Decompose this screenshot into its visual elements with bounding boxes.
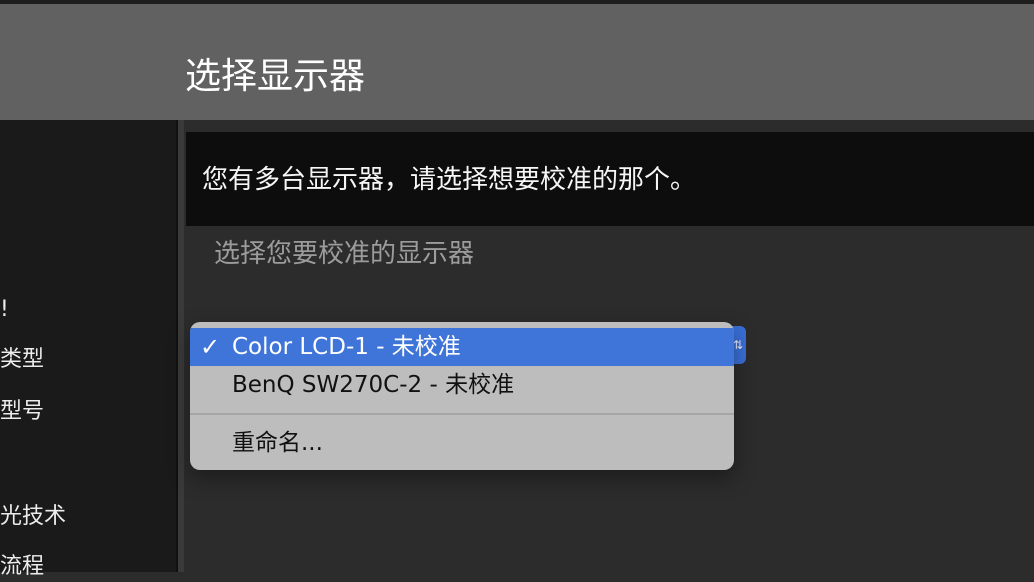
sidebar: ! 类型 型号 光技术 流程 xyxy=(0,120,176,579)
sidebar-divider xyxy=(176,120,184,572)
sidebar-item-model[interactable]: 型号 xyxy=(0,397,44,427)
display-option-label: BenQ SW270C-2 - 未校准 xyxy=(232,372,515,398)
display-option-color-lcd[interactable]: ✓ Color LCD-1 - 未校准 xyxy=(190,328,734,366)
display-dropdown-menu[interactable]: ✓ Color LCD-1 - 未校准 BenQ SW270C-2 - 未校准 … xyxy=(190,322,734,470)
rename-label: 重命名... xyxy=(232,430,323,456)
display-option-label: Color LCD-1 - 未校准 xyxy=(232,334,461,360)
sidebar-item-light-tech[interactable]: 光技术 xyxy=(0,502,66,532)
title-bar: 选择显示器 xyxy=(0,4,1034,120)
menu-separator xyxy=(190,413,734,415)
info-banner: 您有多台显示器，请选择想要校准的那个。 xyxy=(186,132,1034,226)
display-option-benq[interactable]: BenQ SW270C-2 - 未校准 xyxy=(190,366,734,406)
sidebar-item-type[interactable]: 类型 xyxy=(0,345,44,375)
display-select-label: 选择您要校准的显示器 xyxy=(214,239,475,269)
checkmark-icon: ✓ xyxy=(200,333,221,361)
sidebar-item-1[interactable]: ! xyxy=(0,295,9,325)
page-title: 选择显示器 xyxy=(185,56,366,97)
sidebar-item-flow[interactable]: 流程 xyxy=(0,552,44,582)
content-top-border xyxy=(184,120,1034,130)
rename-menu-item[interactable]: 重命名... xyxy=(190,424,734,464)
info-banner-text: 您有多台显示器，请选择想要校准的那个。 xyxy=(202,165,697,195)
